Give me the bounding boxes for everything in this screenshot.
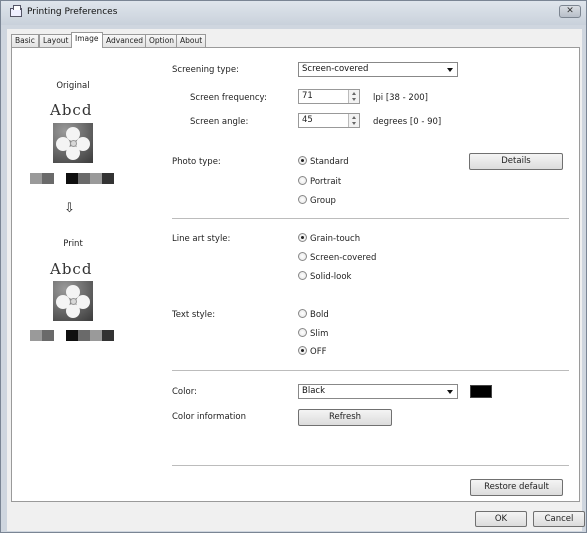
chevron-down-icon [447, 68, 453, 72]
divider [172, 218, 569, 219]
title-bar: Printing Preferences ✕ [1, 1, 586, 25]
color-value: Black [302, 386, 325, 396]
restore-default-button[interactable]: Restore default [470, 479, 563, 496]
original-flower-image [53, 123, 93, 163]
screen-frequency-range: lpi [38 - 200] [373, 93, 428, 103]
original-sample-text: Abcd [50, 101, 93, 119]
print-sample-text: Abcd [50, 260, 93, 278]
screen-angle-value: 45 [302, 115, 313, 125]
spin-arrows-icon[interactable] [348, 90, 359, 103]
print-tone-bars [30, 330, 118, 341]
window-title: Printing Preferences [27, 7, 118, 17]
printer-icon [10, 5, 22, 17]
lineart-screen-covered-radio[interactable]: Screen-covered [298, 252, 376, 263]
photo-standard-radio[interactable]: Standard [298, 156, 349, 167]
screen-frequency-stepper[interactable]: 71 [298, 89, 360, 104]
original-tone-bars [30, 173, 118, 184]
close-icon: ✕ [566, 6, 574, 16]
spin-arrows-icon[interactable] [348, 114, 359, 127]
chevron-down-icon [447, 390, 453, 394]
print-flower-image [53, 281, 93, 321]
screen-angle-label: Screen angle: [190, 117, 249, 127]
printing-preferences-window: Printing Preferences ✕ Basic Layout Imag… [0, 0, 587, 533]
color-swatch [470, 385, 492, 398]
tab-image[interactable]: Image [71, 32, 103, 48]
close-button[interactable]: ✕ [559, 5, 581, 18]
screen-frequency-label: Screen frequency: [190, 93, 267, 103]
screening-type-dropdown[interactable]: Screen-covered [298, 62, 458, 77]
color-dropdown[interactable]: Black [298, 384, 458, 399]
divider [172, 465, 569, 466]
tab-option[interactable]: Option [145, 34, 179, 48]
screen-angle-stepper[interactable]: 45 [298, 113, 360, 128]
text-bold-radio[interactable]: Bold [298, 309, 329, 320]
refresh-button[interactable]: Refresh [298, 409, 392, 426]
tab-basic[interactable]: Basic [11, 34, 39, 48]
text-style-label: Text style: [172, 310, 216, 320]
cancel-button[interactable]: Cancel [533, 511, 585, 527]
text-slim-radio[interactable]: Slim [298, 328, 328, 339]
lineart-solid-look-radio[interactable]: Solid-look [298, 271, 351, 282]
tab-layout[interactable]: Layout [39, 34, 73, 48]
tab-advanced[interactable]: Advanced [102, 34, 148, 48]
lineart-grain-touch-radio[interactable]: Grain-touch [298, 233, 360, 244]
color-label: Color: [172, 387, 197, 397]
details-button[interactable]: Details [469, 153, 563, 170]
original-title: Original [56, 81, 90, 91]
photo-type-label: Photo type: [172, 157, 221, 167]
ok-button[interactable]: OK [475, 511, 527, 527]
photo-group-radio[interactable]: Group [298, 195, 336, 206]
screen-angle-range: degrees [0 - 90] [373, 117, 442, 127]
screening-type-value: Screen-covered [302, 64, 369, 74]
tab-about[interactable]: About [176, 34, 207, 48]
screen-frequency-value: 71 [302, 91, 313, 101]
line-art-style-label: Line art style: [172, 234, 231, 244]
text-off-radio[interactable]: OFF [298, 346, 326, 357]
screening-type-label: Screening type: [172, 65, 239, 75]
image-tab-panel [11, 47, 580, 502]
photo-portrait-radio[interactable]: Portrait [298, 176, 341, 187]
color-information-label: Color information [172, 412, 246, 422]
divider [172, 370, 569, 371]
print-title: Print [63, 239, 83, 249]
arrow-down-icon: ⇩ [64, 201, 75, 216]
